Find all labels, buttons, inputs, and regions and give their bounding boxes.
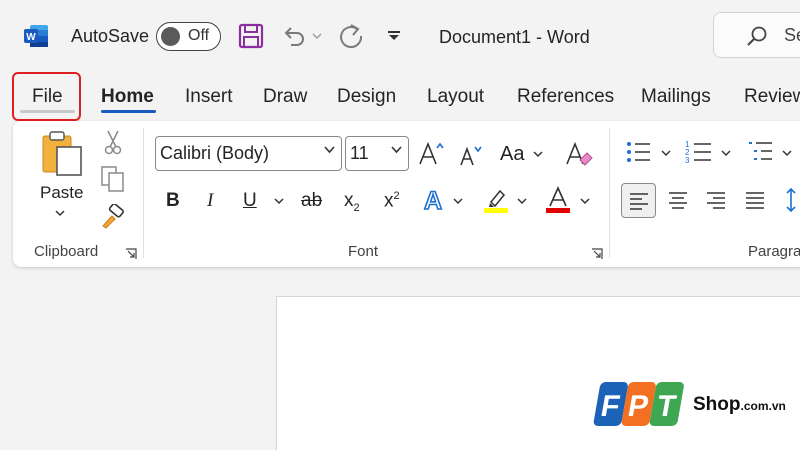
redo-icon[interactable] [337,22,365,50]
chevron-down-icon[interactable] [533,151,543,158]
tab-insert[interactable]: Insert [185,86,233,108]
group-separator [609,128,610,258]
title-bar: W AutoSave Off Document1 - Word Se [0,0,800,70]
align-center-icon[interactable] [668,191,688,209]
undo-dropdown-icon[interactable] [312,33,322,40]
active-tab-underline [101,110,156,113]
undo-icon[interactable] [282,24,306,48]
multilevel-list-icon[interactable] [748,139,774,165]
superscript-button[interactable]: x2 [384,190,400,212]
font-name-combo[interactable]: Calibri (Body) [155,136,342,171]
format-painter-icon[interactable] [100,204,126,230]
tab-home[interactable]: Home [101,86,154,108]
justify-icon[interactable] [745,191,765,209]
search-icon [747,26,767,46]
tab-file[interactable]: File [32,86,63,108]
paste-dropdown-icon[interactable] [55,210,65,217]
chevron-down-icon[interactable] [517,198,527,205]
svg-text:3: 3 [685,156,690,165]
font-color-icon[interactable] [545,186,571,214]
highlight-color-icon[interactable] [483,186,509,214]
chevron-down-icon[interactable] [580,198,590,205]
line-spacing-icon[interactable] [786,186,800,214]
shop-domain: .com.vn [740,399,786,413]
shop-watermark-text: Shop.com.vn [693,394,786,416]
document-page[interactable] [276,296,800,450]
tab-layout[interactable]: Layout [427,86,484,108]
chevron-down-icon[interactable] [453,198,463,205]
autosave-state: Off [188,27,210,44]
bold-button[interactable]: B [166,190,180,212]
align-left-button[interactable] [621,183,656,218]
strikethrough-button[interactable]: ab [301,190,322,212]
autosave-label: AutoSave [71,26,150,46]
svg-text:A: A [424,187,442,214]
paste-icon[interactable] [40,130,84,178]
superscript-mark: 2 [393,190,400,202]
tab-references[interactable]: References [517,86,614,108]
autosave-toggle[interactable]: Off [156,22,221,51]
word-app-icon[interactable]: W [24,25,48,47]
grow-font-icon[interactable] [418,140,444,166]
change-case-icon[interactable]: Aa [500,143,524,166]
tab-review[interactable]: Review [744,86,800,108]
chevron-down-icon [391,146,402,154]
tab-design[interactable]: Design [337,86,396,108]
paste-label[interactable]: Paste [40,183,83,203]
clear-formatting-icon[interactable] [565,140,593,168]
chevron-down-icon[interactable] [274,198,284,205]
chevron-down-icon[interactable] [661,150,671,157]
file-tab-indicator [20,110,75,113]
clipboard-dialog-launcher-icon[interactable] [125,248,137,260]
shrink-font-icon[interactable] [459,143,483,167]
subscript-mark: 2 [353,201,360,214]
tab-mailings[interactable]: Mailings [641,86,711,108]
italic-button[interactable]: I [207,190,213,212]
save-icon[interactable] [238,23,264,49]
bullets-icon[interactable] [626,139,652,165]
font-group-label: Font [348,243,379,260]
cut-icon[interactable] [103,129,123,155]
font-size-value: 11 [350,143,369,163]
shop-name: Shop [693,394,741,415]
chevron-down-icon [324,146,335,154]
subscript-base: x [344,190,354,211]
clipboard-group-label: Clipboard [34,243,99,260]
document-title: Document1 - Word [439,27,590,47]
font-dialog-launcher-icon[interactable] [591,248,603,260]
font-size-combo[interactable]: 11 [345,136,409,171]
numbering-icon[interactable]: 1 2 3 [685,139,713,165]
align-left-icon [630,193,648,210]
font-name-value: Calibri (Body) [160,143,270,163]
toggle-knob [161,27,180,46]
tab-draw[interactable]: Draw [263,86,307,108]
group-separator [143,128,144,258]
fpt-logo-icon: F P T [593,382,684,426]
search-placeholder: Se [784,25,800,45]
search-box[interactable]: Se [713,12,800,58]
align-right-icon[interactable] [706,191,726,209]
underline-button[interactable]: U [243,190,257,212]
chevron-down-icon[interactable] [782,150,792,157]
customize-toolbar-icon[interactable] [387,30,401,42]
superscript-base: x [384,190,394,212]
chevron-down-icon[interactable] [721,150,731,157]
text-effects-icon[interactable]: A [420,186,446,214]
paragraph-group-label: Paragra [748,243,800,260]
subscript-button[interactable]: x2 [344,190,360,214]
copy-icon[interactable] [100,165,126,193]
svg-text:W: W [26,32,36,43]
